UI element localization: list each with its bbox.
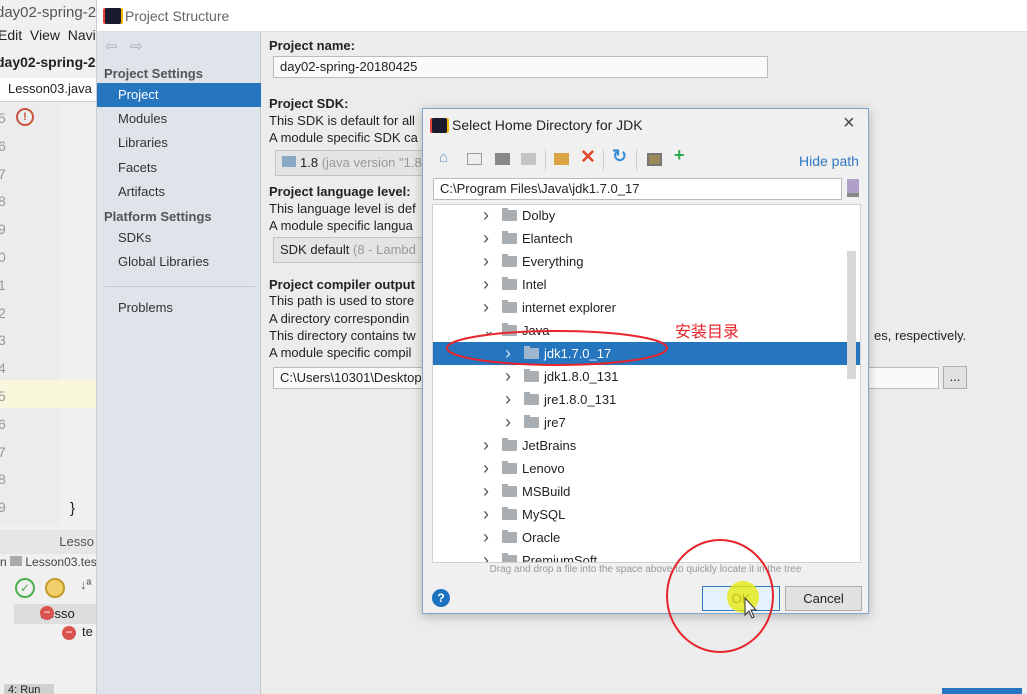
annotation-overlay <box>446 330 774 653</box>
annotation-ellipse-jdk <box>446 330 668 366</box>
